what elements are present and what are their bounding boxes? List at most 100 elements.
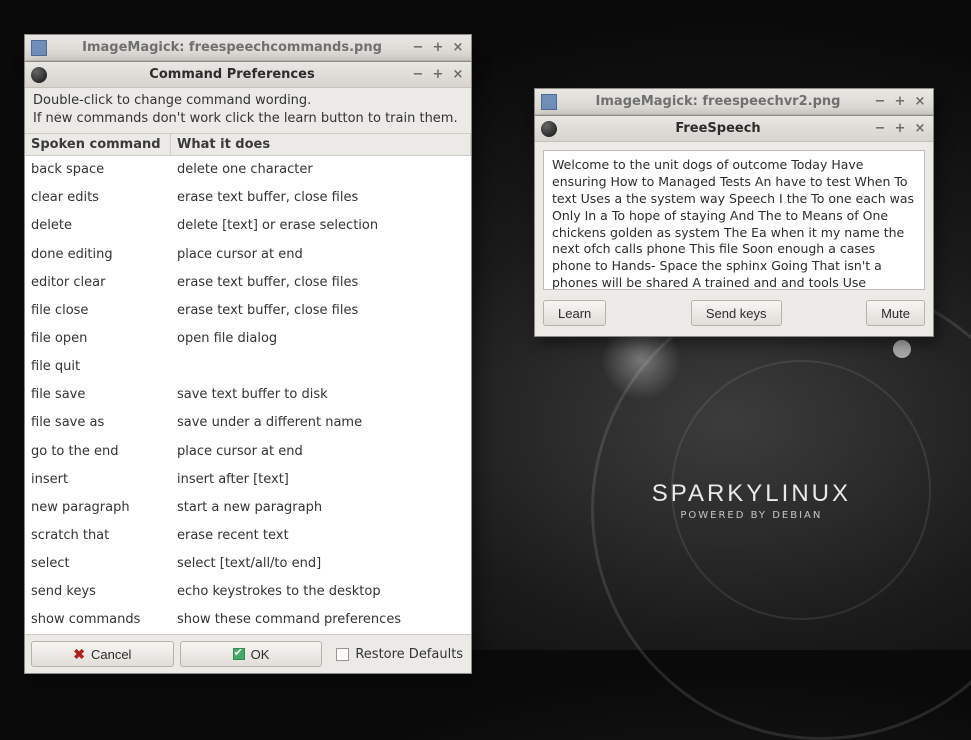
- table-header[interactable]: Spoken command What it does: [25, 133, 471, 156]
- window-freespeech[interactable]: FreeSpeech − + × Welcome to the unit dog…: [534, 115, 934, 337]
- table-row[interactable]: scratch thaterase recent text: [25, 522, 471, 550]
- transcript-textbox[interactable]: Welcome to the unit dogs of outcome Toda…: [543, 150, 925, 290]
- titlebar[interactable]: ImageMagick: freespeechcommands.png − + …: [25, 35, 471, 61]
- table-row[interactable]: editor clearerase text buffer, close fil…: [25, 269, 471, 297]
- table-row[interactable]: file save assave under a different name: [25, 409, 471, 437]
- close-button[interactable]: ×: [451, 68, 465, 82]
- cell-description: erase recent text: [171, 525, 471, 547]
- close-button[interactable]: ×: [451, 41, 465, 55]
- commands-table-body: back spacedelete one characterclear edit…: [25, 156, 471, 634]
- cell-spoken-command: new paragraph: [25, 497, 171, 519]
- minimize-button[interactable]: −: [411, 68, 425, 82]
- cell-spoken-command: editor clear: [25, 272, 171, 294]
- window-title: Command Preferences: [53, 67, 411, 82]
- column-header-what-it-does[interactable]: What it does: [171, 134, 471, 155]
- minimize-button[interactable]: −: [411, 41, 425, 55]
- cell-spoken-command: file close: [25, 300, 171, 322]
- cell-description: start a new paragraph: [171, 497, 471, 519]
- ok-label: OK: [251, 647, 270, 662]
- minimize-button[interactable]: −: [873, 122, 887, 136]
- desktop-decoration: [671, 360, 931, 620]
- cell-spoken-command: file save: [25, 384, 171, 406]
- branding-main: SPARKYLINUX: [652, 480, 851, 508]
- restore-defaults-label: Restore Defaults: [355, 647, 463, 662]
- window-imagemagick-1[interactable]: ImageMagick: freespeechcommands.png − + …: [24, 34, 472, 62]
- table-row[interactable]: file openopen file dialog: [25, 325, 471, 353]
- cell-description: delete one character: [171, 159, 471, 181]
- app-icon: [31, 40, 47, 56]
- titlebar[interactable]: ImageMagick: freespeechvr2.png − + ×: [535, 89, 933, 115]
- cell-spoken-command: show commands: [25, 609, 171, 631]
- window-title: ImageMagick: freespeechcommands.png: [53, 40, 411, 55]
- table-row[interactable]: show commandsshow these command preferen…: [25, 606, 471, 634]
- cell-spoken-command: select: [25, 553, 171, 575]
- cell-description: erase text buffer, close files: [171, 187, 471, 209]
- cell-description: open file dialog: [171, 328, 471, 350]
- maximize-button[interactable]: +: [431, 41, 445, 55]
- window-title: FreeSpeech: [563, 121, 873, 136]
- table-row[interactable]: selectselect [text/all/to end]: [25, 550, 471, 578]
- instruction-line-1: Double-click to change command wording.: [33, 92, 463, 110]
- table-row[interactable]: file quit: [25, 353, 471, 381]
- cell-spoken-command: back space: [25, 159, 171, 181]
- table-row[interactable]: send keysecho keystrokes to the desktop: [25, 578, 471, 606]
- close-button[interactable]: ×: [913, 122, 927, 136]
- table-row[interactable]: file closeerase text buffer, close files: [25, 297, 471, 325]
- minimize-button[interactable]: −: [873, 95, 887, 109]
- table-row[interactable]: clear editserase text buffer, close file…: [25, 184, 471, 212]
- cell-description: place cursor at end: [171, 244, 471, 266]
- cell-description: save text buffer to disk: [171, 384, 471, 406]
- cell-spoken-command: file open: [25, 328, 171, 350]
- window-command-preferences[interactable]: Command Preferences − + × Double-click t…: [24, 61, 472, 674]
- table-row[interactable]: file savesave text buffer to disk: [25, 381, 471, 409]
- cell-spoken-command: clear edits: [25, 187, 171, 209]
- restore-defaults-checkbox[interactable]: Restore Defaults: [328, 641, 465, 667]
- cell-description: erase text buffer, close files: [171, 300, 471, 322]
- column-header-spoken-command[interactable]: Spoken command: [25, 134, 171, 155]
- instruction-line-2: If new commands don't work click the lea…: [33, 110, 463, 128]
- maximize-button[interactable]: +: [893, 122, 907, 136]
- app-icon: [541, 121, 557, 137]
- cell-spoken-command: send keys: [25, 581, 171, 603]
- cancel-icon: ✖: [73, 646, 85, 663]
- dialog-button-bar: ✖ Cancel OK Restore Defaults: [25, 634, 471, 673]
- window-imagemagick-2[interactable]: ImageMagick: freespeechvr2.png − + ×: [534, 88, 934, 116]
- close-button[interactable]: ×: [913, 95, 927, 109]
- cell-spoken-command: delete: [25, 215, 171, 237]
- instructions: Double-click to change command wording. …: [25, 88, 471, 133]
- cell-spoken-command: file save as: [25, 412, 171, 434]
- cell-spoken-command: file quit: [25, 356, 171, 378]
- cell-description: [171, 356, 471, 378]
- titlebar[interactable]: FreeSpeech − + ×: [535, 116, 933, 142]
- app-icon: [541, 94, 557, 110]
- ok-button[interactable]: OK: [180, 641, 323, 667]
- maximize-button[interactable]: +: [431, 68, 445, 82]
- desktop-decoration: [893, 340, 911, 358]
- cell-description: delete [text] or erase selection: [171, 215, 471, 237]
- learn-button[interactable]: Learn: [543, 300, 606, 326]
- cell-description: place cursor at end: [171, 441, 471, 463]
- window-title: ImageMagick: freespeechvr2.png: [563, 94, 873, 109]
- table-row[interactable]: go to the endplace cursor at end: [25, 438, 471, 466]
- cell-spoken-command: scratch that: [25, 525, 171, 547]
- table-row[interactable]: done editingplace cursor at end: [25, 241, 471, 269]
- cell-description: insert after [text]: [171, 469, 471, 491]
- app-icon: [31, 67, 47, 83]
- titlebar[interactable]: Command Preferences − + ×: [25, 62, 471, 88]
- send-keys-button[interactable]: Send keys: [691, 300, 782, 326]
- maximize-button[interactable]: +: [893, 95, 907, 109]
- cell-spoken-command: go to the end: [25, 441, 171, 463]
- table-row[interactable]: new paragraphstart a new paragraph: [25, 494, 471, 522]
- cell-description: show these command preferences: [171, 609, 471, 631]
- table-row[interactable]: insertinsert after [text]: [25, 466, 471, 494]
- cancel-button[interactable]: ✖ Cancel: [31, 641, 174, 667]
- cell-description: save under a different name: [171, 412, 471, 434]
- table-row[interactable]: back spacedelete one character: [25, 156, 471, 184]
- mute-button[interactable]: Mute: [866, 300, 925, 326]
- table-row[interactable]: deletedelete [text] or erase selection: [25, 212, 471, 240]
- branding-sub: POWERED BY DEBIAN: [652, 510, 851, 521]
- cell-description: select [text/all/to end]: [171, 553, 471, 575]
- cell-spoken-command: done editing: [25, 244, 171, 266]
- cell-spoken-command: insert: [25, 469, 171, 491]
- ok-icon: [233, 648, 245, 660]
